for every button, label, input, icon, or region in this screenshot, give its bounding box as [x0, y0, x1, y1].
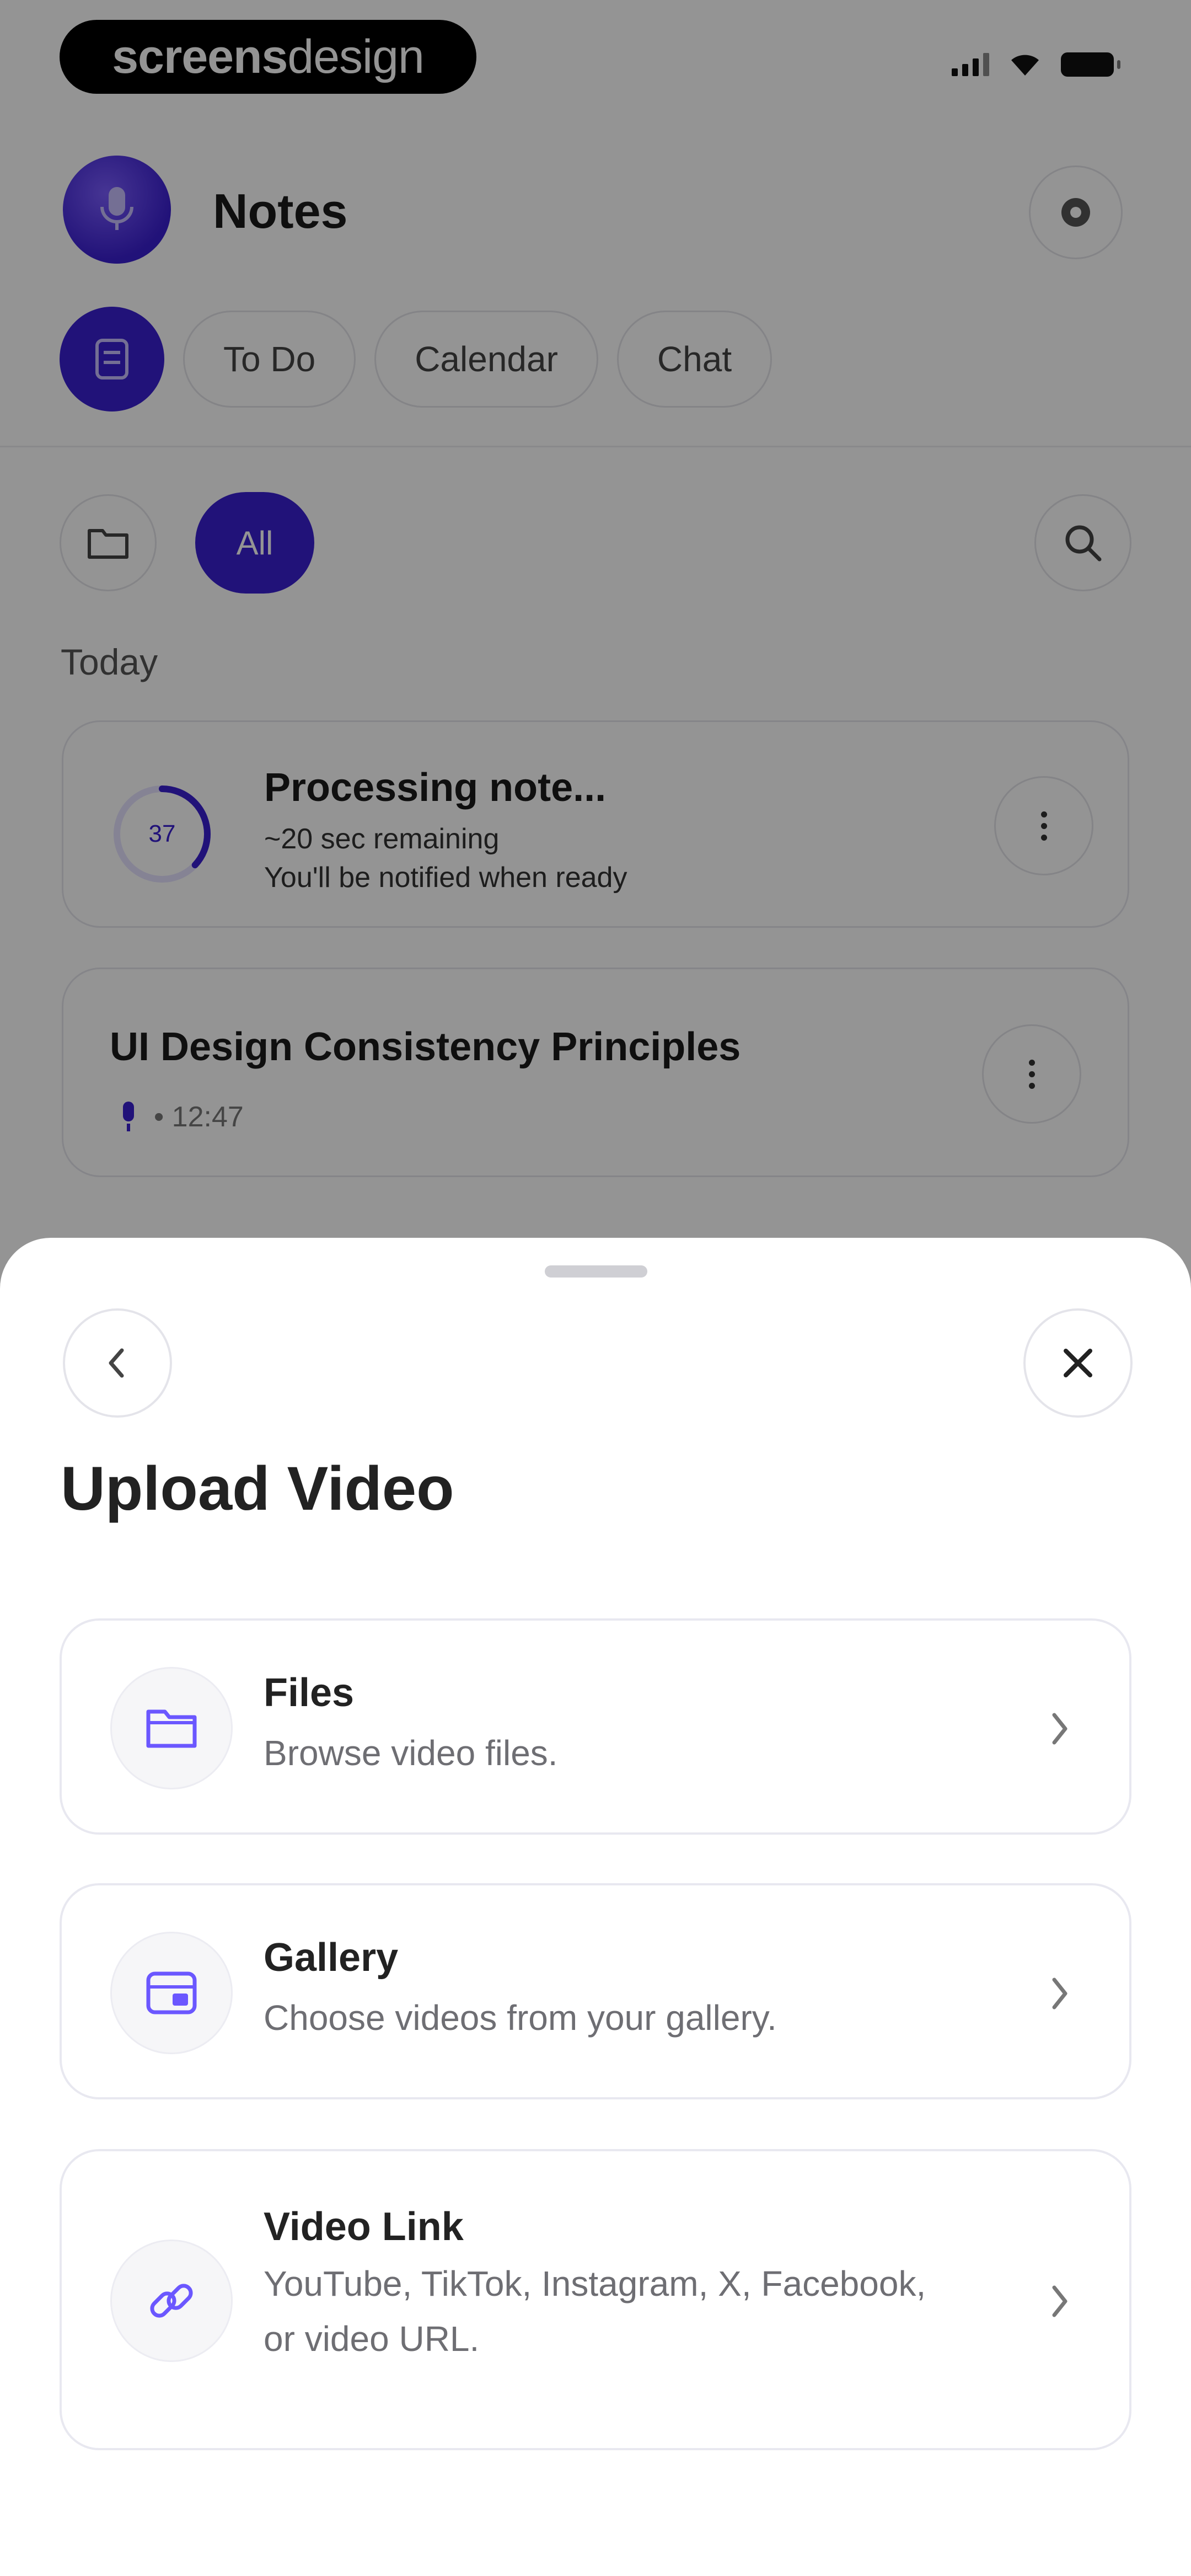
upload-video-sheet: Upload Video Files Browse video files. G…	[0, 1238, 1191, 2576]
chevron-right-icon	[1043, 2279, 1076, 2323]
option-video-link-description: YouTube, TikTok, Instagram, X, Facebook,…	[264, 2256, 1024, 2366]
option-video-link-description-line1: YouTube, TikTok, Instagram, X, Facebook,	[264, 2264, 926, 2304]
option-files[interactable]: Files Browse video files.	[60, 1618, 1131, 1835]
folder-icon	[110, 1667, 233, 1789]
close-icon	[1064, 1349, 1092, 1377]
back-button[interactable]	[63, 1308, 172, 1418]
sheet-title: Upload Video	[61, 1454, 454, 1523]
sheet-drag-handle[interactable]	[545, 1265, 647, 1278]
option-gallery-title: Gallery	[264, 1936, 399, 1980]
chevron-right-icon	[1043, 1707, 1076, 1751]
close-button[interactable]	[1023, 1308, 1133, 1418]
option-files-description: Browse video files.	[264, 1733, 558, 1773]
link-icon	[110, 2240, 233, 2362]
chevron-left-icon	[109, 1348, 124, 1378]
option-gallery-description: Choose videos from your gallery.	[264, 1998, 777, 2038]
gallery-icon	[110, 1932, 233, 2054]
option-gallery[interactable]: Gallery Choose videos from your gallery.	[60, 1883, 1131, 2099]
chevron-right-icon	[1043, 1971, 1076, 2016]
option-files-title: Files	[264, 1671, 355, 1715]
option-video-link-description-line2: or video URL.	[264, 2319, 480, 2359]
screen: screens design Notes To Do Calendar Chat…	[0, 0, 1191, 2576]
option-video-link-title: Video Link	[264, 2205, 464, 2249]
option-video-link[interactable]: Video Link YouTube, TikTok, Instagram, X…	[60, 2149, 1131, 2450]
